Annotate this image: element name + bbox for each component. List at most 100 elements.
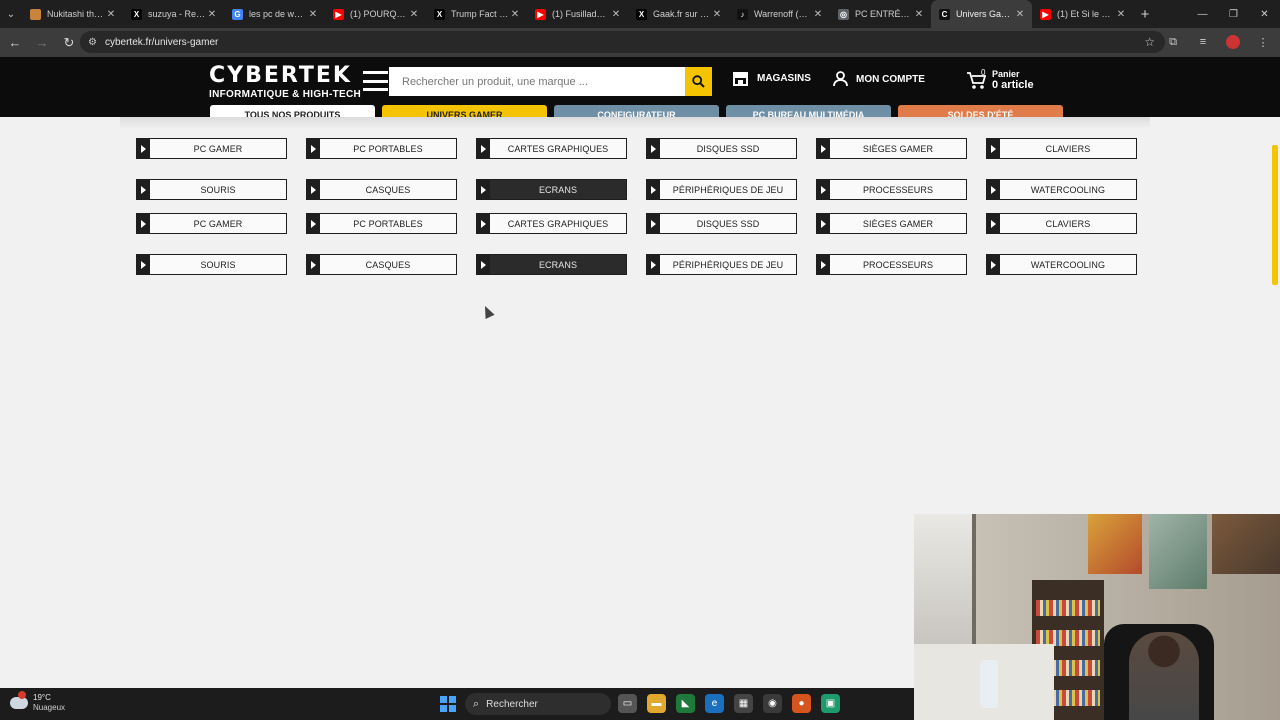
category-button[interactable]: CARTES GRAPHIQUES <box>476 138 627 159</box>
cart-link[interactable]: 0 Panier 0 article <box>966 68 1034 91</box>
tab-close-icon[interactable]: ✕ <box>913 9 925 20</box>
category-button[interactable]: CLAVIERS <box>986 213 1137 234</box>
scrollbar-thumb[interactable] <box>1272 145 1278 285</box>
media-icon[interactable]: ≡ <box>1192 31 1214 53</box>
category-button[interactable]: WATERCOOLING <box>986 254 1137 275</box>
minimize-icon[interactable]: — <box>1187 0 1218 28</box>
play-arrow-icon <box>307 214 320 233</box>
browser-tab[interactable]: Nukitashi the Ani…✕ <box>22 0 123 28</box>
tab-close-icon[interactable]: ✕ <box>711 9 723 20</box>
edge-icon[interactable]: e <box>705 694 724 713</box>
app-icon[interactable]: ▣ <box>821 694 840 713</box>
tab-desktop-pc[interactable]: PC BUREAU MULTIMÉDIA <box>726 105 891 117</box>
site-search <box>389 67 685 96</box>
browser-tab[interactable]: C Univers Gamer ✕ <box>931 0 1032 28</box>
browser-tab[interactable]: Xsuzuya - Recherc…✕ <box>123 0 224 28</box>
tab-gamer-universe[interactable]: UNIVERS GAMER <box>382 105 547 117</box>
play-arrow-icon <box>987 180 1000 199</box>
category-button[interactable]: CASQUES <box>306 179 457 200</box>
browser-tab[interactable]: X Gaak.fr sur X : "Le…✕ <box>628 0 729 28</box>
category-button[interactable]: CLAVIERS <box>986 138 1137 159</box>
play-arrow-icon <box>987 214 1000 233</box>
play-arrow-icon <box>137 255 150 274</box>
restore-icon[interactable]: ❐ <box>1218 0 1249 28</box>
play-arrow-icon <box>647 214 660 233</box>
category-button[interactable]: PC GAMER <box>136 213 287 234</box>
store-app-icon[interactable]: ▦ <box>734 694 753 713</box>
category-button[interactable]: ECRANS <box>476 179 627 200</box>
browser-tab[interactable]: ◎ PC ENTRÉE DE GA…✕ <box>830 0 931 28</box>
category-button[interactable]: PC GAMER <box>136 138 287 159</box>
extensions-icon[interactable]: ⧉ <box>1162 31 1184 53</box>
tab-summer-sales[interactable]: SOLDES D'ÉTÉ <box>898 105 1063 117</box>
tab-close-icon[interactable]: ✕ <box>408 9 420 20</box>
start-icon[interactable] <box>440 696 456 712</box>
weather-widget[interactable]: 19°C Nuageux <box>10 691 65 713</box>
search-button[interactable] <box>685 67 712 96</box>
new-tab-icon[interactable]: + <box>1133 6 1157 23</box>
category-button[interactable]: DISQUES SSD <box>646 138 797 159</box>
search-input[interactable] <box>389 67 685 96</box>
category-button[interactable]: SIÈGES GAMER <box>816 138 967 159</box>
category-button[interactable]: ECRANS <box>476 254 627 275</box>
tab-close-icon[interactable]: ✕ <box>509 9 521 20</box>
category-label: ECRANS <box>538 259 578 270</box>
site-info-icon[interactable]: ⚙ <box>88 37 97 48</box>
task-view-icon[interactable]: ▭ <box>618 694 637 713</box>
tab-close-icon[interactable]: ✕ <box>1014 9 1026 20</box>
category-button[interactable]: PROCESSEURS <box>816 179 967 200</box>
browser-tab[interactable]: ▶ (1) POURQUOI LES✕ <box>325 0 426 28</box>
taskbar-search[interactable]: ⌕ Rechercher <box>465 693 611 715</box>
tab-search-icon[interactable]: ⌄ <box>0 0 22 28</box>
search-icon <box>692 75 705 88</box>
tab-close-icon[interactable]: ✕ <box>812 9 824 20</box>
tab-close-icon[interactable]: ✕ <box>307 9 319 20</box>
bookmark-star-icon[interactable]: ☆ <box>1144 35 1155 49</box>
category-label: PÉRIPHÉRIQUES DE JEU <box>672 259 784 270</box>
category-button[interactable]: CASQUES <box>306 254 457 275</box>
nvidia-icon[interactable]: ◣ <box>676 694 695 713</box>
category-button[interactable]: PÉRIPHÉRIQUES DE JEU <box>646 179 797 200</box>
firefox-icon[interactable]: ● <box>792 694 811 713</box>
logo-tagline: INFORMATIQUE & HIGH-TECH <box>209 89 362 100</box>
back-icon[interactable]: ← <box>3 31 27 55</box>
file-explorer-icon[interactable]: ▬ <box>647 694 666 713</box>
tab-title: Trump Fact News <box>451 9 509 19</box>
close-window-icon[interactable]: ✕ <box>1249 0 1280 28</box>
tab-close-icon[interactable]: ✕ <box>206 9 218 20</box>
category-button[interactable]: DISQUES SSD <box>646 213 797 234</box>
tab-title: PC ENTRÉE DE GA… <box>855 9 913 19</box>
reload-icon[interactable]: ↻ <box>57 31 81 55</box>
category-button[interactable]: WATERCOOLING <box>986 179 1137 200</box>
category-button[interactable]: SOURIS <box>136 179 287 200</box>
category-button[interactable]: PÉRIPHÉRIQUES DE JEU <box>646 254 797 275</box>
browser-tab[interactable]: ▶ (1) Et Si le Monde…✕ <box>1032 0 1133 28</box>
forward-icon[interactable]: → <box>30 31 54 55</box>
category-button[interactable]: PC PORTABLES <box>306 213 457 234</box>
chrome-icon[interactable]: ◉ <box>763 694 782 713</box>
tab-all-products[interactable]: TOUS NOS PRODUITS <box>210 105 375 117</box>
category-button[interactable]: PROCESSEURS <box>816 254 967 275</box>
cybertek-logo[interactable]: CYBERTEK INFORMATIQUE & HIGH-TECH <box>209 65 362 101</box>
tab-title: Univers Gamer <box>956 9 1014 19</box>
browser-tab[interactable]: ▶ (1) Fusillades, la…✕ <box>527 0 628 28</box>
category-label: SIÈGES GAMER <box>862 143 934 154</box>
account-link[interactable]: MON COMPTE <box>833 71 925 87</box>
hamburger-menu-icon[interactable] <box>363 69 388 93</box>
category-button[interactable]: PC PORTABLES <box>306 138 457 159</box>
stores-link[interactable]: MAGASINS <box>732 71 811 86</box>
tab-close-icon[interactable]: ✕ <box>610 9 622 20</box>
category-button[interactable]: SIÈGES GAMER <box>816 213 967 234</box>
tab-configurator[interactable]: CONFIGURATEUR <box>554 105 719 117</box>
category-button[interactable]: CARTES GRAPHIQUES <box>476 213 627 234</box>
play-arrow-icon <box>477 180 490 199</box>
profile-icon[interactable] <box>1222 31 1244 53</box>
tab-close-icon[interactable]: ✕ <box>1115 9 1127 20</box>
menu-icon[interactable]: ⋮ <box>1252 31 1274 53</box>
browser-tab[interactable]: ♪ Warrenoff (@warr…✕ <box>729 0 830 28</box>
browser-tab[interactable]: X Trump Fact News✕ <box>426 0 527 28</box>
category-button[interactable]: SOURIS <box>136 254 287 275</box>
browser-tab[interactable]: Gles pc de warrenoff✕ <box>224 0 325 28</box>
url-bar[interactable]: ⚙ cybertek.fr/univers-gamer ☆ <box>80 31 1165 53</box>
tab-close-icon[interactable]: ✕ <box>105 9 117 20</box>
